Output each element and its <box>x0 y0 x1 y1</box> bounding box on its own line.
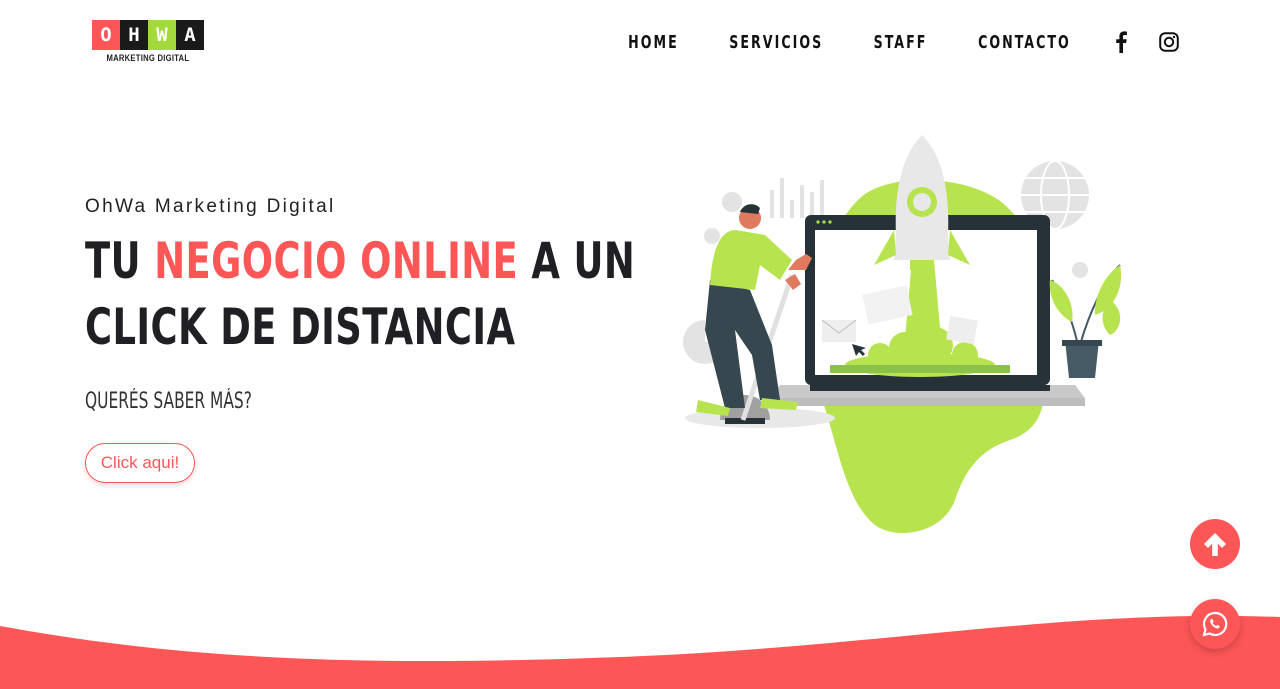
headline-text: TU <box>85 232 155 290</box>
whatsapp-button[interactable] <box>1190 599 1240 649</box>
bottom-wave <box>0 615 1280 689</box>
nav-staff[interactable]: STAFF <box>874 32 928 53</box>
nav-servicios[interactable]: SERVICIOS <box>729 32 823 53</box>
headline-text-end: A UN <box>518 232 636 290</box>
logo-letter-a: A <box>176 20 204 50</box>
headline-line-2: CLICK DE DISTANCIA <box>85 298 516 356</box>
hero-headline: TU NEGOCIO ONLINE A UN CLICK DE DISTANCI… <box>85 228 635 360</box>
headline-accent: NEGOCIO ONLINE <box>154 232 519 290</box>
logo-letter-h: H <box>120 20 148 50</box>
headline-line-1: TU NEGOCIO ONLINE A UN <box>85 228 635 294</box>
arrow-up-icon <box>1204 533 1226 556</box>
hero-subheading: QUERÉS SABER MÁS? <box>85 389 252 414</box>
logo-letters: O H W A <box>92 20 212 50</box>
brand-logo[interactable]: O H W A MARKETING DIGITAL <box>92 20 212 72</box>
logo-letter-o: O <box>92 20 120 50</box>
plant <box>1049 264 1122 378</box>
nav-contacto[interactable]: CONTACTO <box>978 32 1071 53</box>
facebook-icon[interactable] <box>1110 31 1132 53</box>
logo-tagline: MARKETING DIGITAL <box>106 53 190 63</box>
scroll-to-top-button[interactable] <box>1190 519 1240 569</box>
cta-button[interactable]: Click aqui! <box>85 443 195 483</box>
hero-eyebrow: OhWa Marketing Digital <box>85 196 336 217</box>
rocket-launch-illustration <box>683 135 1122 533</box>
nav-home[interactable]: HOME <box>628 32 679 53</box>
instagram-icon[interactable] <box>1158 31 1180 53</box>
main-nav: HOME SERVICIOS STAFF CONTACTO <box>591 28 1180 56</box>
whatsapp-icon <box>1202 611 1228 637</box>
logo-letter-w: W <box>148 20 176 50</box>
